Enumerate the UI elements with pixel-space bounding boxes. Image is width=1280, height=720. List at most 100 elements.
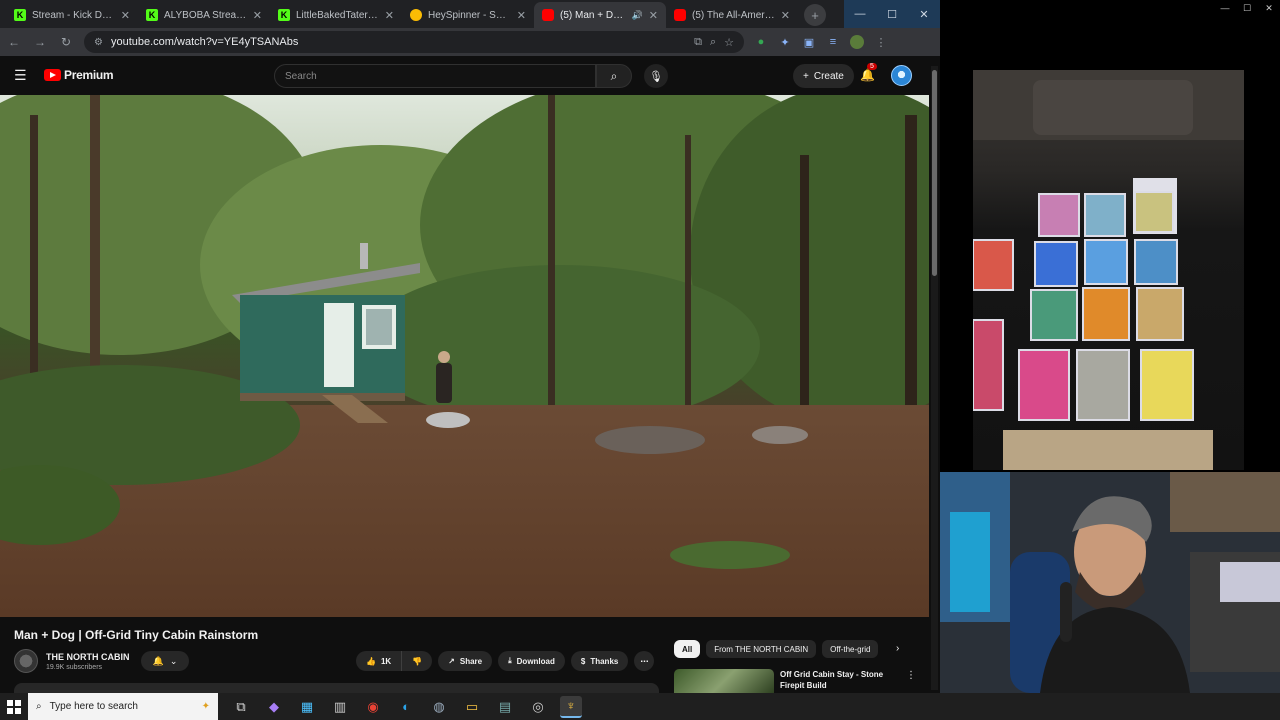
search-input[interactable]: Search <box>274 64 596 88</box>
streamer-image <box>940 472 1280 693</box>
browser-window: K Stream - Kick Dashboard ✕ K ALYBOBA St… <box>0 0 940 693</box>
start-button[interactable] <box>0 699 28 714</box>
video-thumbnail[interactable] <box>674 669 774 693</box>
file-explorer-icon[interactable]: ▭ <box>461 696 483 718</box>
more-vert-icon[interactable]: ⋮ <box>906 670 916 681</box>
task-view-icon[interactable]: ⧉ <box>230 696 252 718</box>
close-icon[interactable]: ✕ <box>649 9 658 22</box>
microsoft-store-icon[interactable]: ▦ <box>296 696 318 718</box>
close-icon[interactable]: ✕ <box>517 9 526 22</box>
forward-icon[interactable]: → <box>32 35 48 49</box>
close-window-icon[interactable]: ✕ <box>908 0 940 28</box>
channel-info: THE NORTH CABIN 19.9K subscribers <box>14 649 130 673</box>
tab-youtube-all-american[interactable]: (5) The All-American Re ✕ <box>666 2 798 28</box>
close-icon[interactable]: ✕ <box>385 9 394 22</box>
dislike-button[interactable]: 👎 <box>401 651 433 671</box>
chrome-icon[interactable]: ◉ <box>362 696 384 718</box>
spinner-icon <box>410 9 422 21</box>
share-icon: ↗ <box>448 656 455 666</box>
recommended-video[interactable]: Off Grid Cabin Stay - Stone Firepit Buil… <box>674 669 895 693</box>
thumbs-down-icon: 👎 <box>412 656 423 666</box>
close-icon[interactable]: ✕ <box>781 9 790 22</box>
video-title: Man + Dog | Off-Grid Tiny Cabin Rainstor… <box>14 628 259 642</box>
recommended-title[interactable]: Off Grid Cabin Stay - Stone Firepit Buil… <box>780 669 895 693</box>
site-info-icon[interactable]: ⚙ <box>94 37 103 48</box>
close-icon[interactable]: ✕ <box>121 9 130 22</box>
new-tab-button[interactable]: + <box>804 4 826 26</box>
tab-alyboba[interactable]: K ALYBOBA Stream - Watch ✕ <box>138 2 270 28</box>
back-icon[interactable]: ← <box>6 35 22 49</box>
video-player[interactable] <box>0 95 929 617</box>
tab-youtube-man-dog[interactable]: (5) Man + Dog | Off-Grid 🔊 ✕ <box>534 2 666 28</box>
maximize-icon[interactable]: ☐ <box>1236 0 1258 16</box>
tab-heyspinner[interactable]: HeySpinner - Spin The Wheel ✕ <box>402 2 534 28</box>
windows-logo-icon <box>7 699 21 714</box>
url-field[interactable]: ⚙ youtube.com/watch?v=YE4yTSANAbs ⧉ ⌕ ☆ <box>84 31 744 53</box>
thanks-button[interactable]: $ Thanks <box>570 651 629 671</box>
tab-littlebakedtater[interactable]: K LittleBakedTater Stream ✕ <box>270 2 402 28</box>
download-button[interactable]: ⤓ Download <box>498 651 565 671</box>
zoom-icon[interactable]: ⌕ <box>710 36 716 49</box>
page-scrollbar[interactable] <box>931 66 938 690</box>
minimize-icon[interactable]: — <box>1214 0 1236 16</box>
video-frame <box>0 95 929 617</box>
description-box[interactable] <box>14 683 659 693</box>
screen: K Stream - Kick Dashboard ✕ K ALYBOBA St… <box>0 0 1280 720</box>
install-app-icon[interactable]: ⧉ <box>694 36 702 49</box>
channel-name[interactable]: THE NORTH CABIN <box>46 652 130 662</box>
notification-badge: 5 <box>867 63 877 70</box>
app-icon[interactable]: ▤ <box>494 696 516 718</box>
maximize-icon[interactable]: ☐ <box>876 0 908 28</box>
microphone-icon: 🎙 <box>649 70 663 83</box>
like-count: 1K <box>380 656 392 666</box>
tab-title: ALYBOBA Stream - Watch <box>164 9 247 21</box>
video-actions: 👍 1K 👎 ↗ Share ⤓ Download $ Thanks ⋯ <box>356 651 655 671</box>
steam-icon[interactable]: ◍ <box>428 696 450 718</box>
close-window-icon[interactable]: ✕ <box>1258 0 1280 16</box>
chip-from-channel[interactable]: From THE NORTH CABIN <box>706 640 817 658</box>
streamlabs-icon[interactable]: ♆ <box>560 695 582 718</box>
more-actions-button[interactable]: ⋯ <box>634 651 655 671</box>
chip-off-the-grid[interactable]: Off-the-grid <box>822 640 879 658</box>
tab-kick-dashboard[interactable]: K Stream - Kick Dashboard ✕ <box>6 2 138 28</box>
bookmark-star-icon[interactable]: ☆ <box>724 36 734 49</box>
thanks-label: Thanks <box>590 656 619 666</box>
hamburger-menu-icon[interactable]: ☰ <box>14 67 32 84</box>
sidebar-icon[interactable]: ▣ <box>802 35 816 49</box>
chip-all[interactable]: All <box>674 640 701 658</box>
voice-search-button[interactable]: 🎙 <box>644 64 668 88</box>
chevron-right-icon[interactable]: › <box>896 643 899 654</box>
tab-title: LittleBakedTater Stream <box>296 9 379 21</box>
notifications-button[interactable]: 🔔 5 <box>860 63 877 82</box>
user-avatar[interactable] <box>891 65 912 86</box>
download-label: Download <box>516 656 555 666</box>
extension-puzzle-icon[interactable]: ✦ <box>778 35 792 49</box>
subscribed-button[interactable]: 🔔 ⌄ <box>141 651 189 671</box>
menu-dots-icon[interactable]: ⋮ <box>874 35 888 49</box>
minimize-icon[interactable]: — <box>844 0 876 28</box>
like-button[interactable]: 👍 1K <box>356 651 402 671</box>
channel-avatar[interactable] <box>14 649 38 673</box>
create-button[interactable]: + Create <box>793 64 854 88</box>
speaker-icon[interactable]: 🔊 <box>632 10 643 21</box>
copilot-icon[interactable]: ◆ <box>263 696 285 718</box>
kick-icon: K <box>278 9 290 21</box>
scrollbar-thumb[interactable] <box>932 70 937 276</box>
bell-icon: 🔔 <box>152 655 164 666</box>
close-icon[interactable]: ✕ <box>253 9 262 22</box>
obs-icon[interactable]: ◎ <box>527 696 549 718</box>
reload-icon[interactable]: ↻ <box>58 35 74 49</box>
extension-icon[interactable]: ● <box>754 35 768 49</box>
recommendation-chips: All From THE NORTH CABIN Off-the-grid <box>674 640 879 658</box>
search-button[interactable]: ⌕ <box>596 64 632 88</box>
profile-avatar[interactable] <box>850 35 864 49</box>
share-button[interactable]: ↗ Share <box>438 651 493 671</box>
taskbar-apps: ⧉ ◆ ▦ ▥ ◉ ◐ ◍ ▭ ▤ ◎ ♆ <box>230 695 582 718</box>
app-icon[interactable]: ▥ <box>329 696 351 718</box>
youtube-logo[interactable]: Premium <box>44 68 114 82</box>
download-icon: ⤓ <box>508 656 512 665</box>
media-icon[interactable]: ≡ <box>826 35 840 49</box>
taskbar-search[interactable]: ⌕ Type here to search ✦ <box>28 693 218 720</box>
edge-icon[interactable]: ◐ <box>395 696 417 718</box>
thumbs-up-icon: 👍 <box>366 656 376 666</box>
